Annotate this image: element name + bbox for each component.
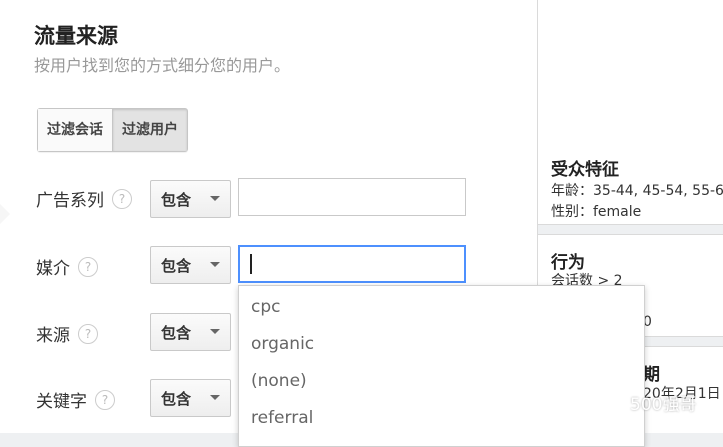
source-operator-label: 包含 — [161, 323, 192, 342]
medium-label-group: 媒介 ? — [36, 254, 98, 279]
help-icon[interactable]: ? — [78, 256, 98, 277]
filter-sessions-button[interactable]: 过滤会话 — [38, 109, 112, 151]
summary-divider — [538, 224, 723, 235]
campaign-operator-select[interactable]: 包含 — [150, 180, 231, 218]
age-summary: 年龄：35-44, 45-54, 55-64 — [551, 183, 723, 199]
medium-operator-select[interactable]: 包含 — [150, 246, 231, 284]
help-icon[interactable]: ? — [78, 323, 98, 344]
campaign-label-group: 广告系列 ? — [36, 186, 132, 211]
source-label-group: 来源 ? — [36, 321, 98, 346]
medium-suggestions-dropdown: cpc organic (none) referral — [238, 285, 645, 447]
suggestion-item[interactable]: referral — [239, 400, 644, 437]
keyword-operator-select[interactable]: 包含 — [150, 379, 231, 417]
source-operator-select[interactable]: 包含 — [150, 313, 231, 351]
page-title: 流量来源 — [34, 24, 118, 48]
summary-divider — [643, 336, 723, 347]
date-heading: 期 — [643, 365, 660, 385]
keyword-label: 关键字 — [36, 392, 87, 412]
filter-mode-toggle: 过滤会话 过滤用户 — [37, 108, 188, 152]
text-cursor — [250, 254, 252, 274]
campaign-operator-label: 包含 — [161, 190, 192, 209]
gender-summary: 性别：female — [551, 204, 642, 220]
campaign-input[interactable] — [238, 178, 466, 216]
medium-operator-label: 包含 — [161, 256, 192, 275]
source-label: 来源 — [36, 326, 70, 346]
medium-label: 媒介 — [36, 259, 70, 279]
page-subtitle: 按用户找到您的方式细分您的用户。 — [34, 56, 291, 75]
chevron-down-icon — [210, 196, 220, 201]
wechat-icon — [600, 393, 625, 411]
chevron-down-icon — [210, 262, 220, 267]
suggestion-item[interactable]: (none) — [239, 363, 644, 400]
help-icon[interactable]: ? — [95, 389, 115, 410]
audience-heading: 受众特征 — [551, 160, 619, 180]
chevron-down-icon — [210, 329, 220, 334]
watermark-text: 500强哥 — [630, 395, 697, 415]
filter-users-button[interactable]: 过滤用户 — [112, 109, 187, 151]
suggestion-item[interactable]: organic — [239, 326, 644, 363]
medium-input[interactable] — [238, 245, 466, 283]
keyword-label-group: 关键字 ? — [36, 387, 115, 412]
suggestion-item[interactable]: cpc — [239, 289, 644, 326]
watermark: 500强哥 — [600, 390, 696, 415]
campaign-label: 广告系列 — [36, 191, 104, 211]
panel-pointer — [0, 203, 10, 225]
help-icon[interactable]: ? — [112, 188, 132, 209]
keyword-operator-label: 包含 — [161, 389, 192, 408]
chevron-down-icon — [210, 395, 220, 400]
